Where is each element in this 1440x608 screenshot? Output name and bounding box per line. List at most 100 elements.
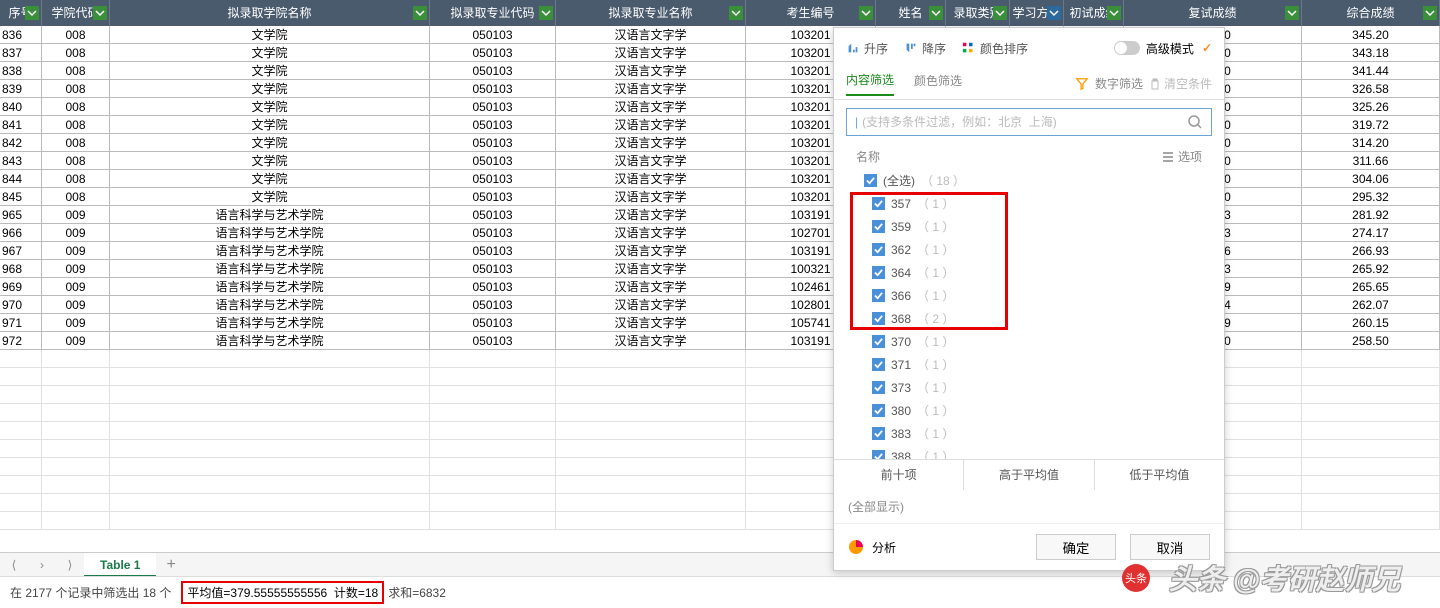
check-icon: ✓: [1202, 41, 1212, 55]
checkbox-icon[interactable]: [872, 358, 885, 371]
column-header[interactable]: 考生编号: [746, 0, 876, 26]
nav-first-button[interactable]: ⟨: [0, 554, 28, 576]
clear-conditions-link[interactable]: 清空条件: [1149, 75, 1212, 92]
column-header[interactable]: 初试成绩: [1064, 0, 1124, 26]
checkbox-icon[interactable]: [872, 404, 885, 417]
sort-desc-button[interactable]: 降序: [904, 40, 946, 57]
table-cell: 汉语言文字学: [556, 206, 746, 223]
filter-dropdown-icon[interactable]: [93, 6, 107, 20]
table-cell: 972: [0, 332, 42, 349]
filter-item-count: （ 1 ）: [917, 264, 954, 281]
table-cell: 汉语言文字学: [556, 80, 746, 97]
checkbox-icon[interactable]: [864, 174, 877, 187]
column-header[interactable]: 拟录取专业名称: [556, 0, 746, 26]
filter-dropdown-icon[interactable]: [1107, 6, 1121, 20]
table-cell: 文学院: [110, 134, 430, 151]
column-header[interactable]: 姓名: [876, 0, 946, 26]
filter-item-label: 371: [891, 358, 911, 372]
table-cell: 969: [0, 278, 42, 295]
add-sheet-button[interactable]: +: [156, 556, 185, 574]
table-cell: 语言科学与艺术学院: [110, 332, 430, 349]
filter-item[interactable]: 359（ 1 ）: [846, 215, 1212, 238]
filter-item[interactable]: (全选)（ 18 ）: [846, 169, 1212, 192]
column-header[interactable]: 拟录取学院名称: [110, 0, 430, 26]
checkbox-icon[interactable]: [872, 335, 885, 348]
table-cell: 319.72: [1302, 116, 1440, 133]
filter-item-label: 366: [891, 289, 911, 303]
above-avg-button[interactable]: 高于平均值: [964, 460, 1094, 490]
sheet-tab[interactable]: Table 1: [84, 553, 156, 577]
checkbox-icon[interactable]: [872, 312, 885, 325]
color-sort-button[interactable]: 颜色排序: [962, 40, 1028, 57]
table-cell: 838: [0, 62, 42, 79]
filter-item[interactable]: 373（ 1 ）: [846, 376, 1212, 399]
show-all-link[interactable]: (全部显示): [834, 490, 1224, 523]
filter-item-count: （ 1 ）: [917, 402, 954, 419]
column-header[interactable]: 录取类别: [946, 0, 1010, 26]
table-cell: 汉语言文字学: [556, 314, 746, 331]
column-header[interactable]: 综合成绩: [1302, 0, 1440, 26]
tab-color-filter[interactable]: 颜色筛选: [914, 72, 962, 95]
table-cell: 965: [0, 206, 42, 223]
filter-dropdown-icon[interactable]: [413, 6, 427, 20]
checkbox-icon[interactable]: [872, 450, 885, 459]
filter-item[interactable]: 364（ 1 ）: [846, 261, 1212, 284]
filter-dropdown-icon[interactable]: [929, 6, 943, 20]
table-cell: 050103: [430, 26, 556, 43]
options-link[interactable]: 选项: [1162, 148, 1202, 165]
top10-button[interactable]: 前十项: [834, 460, 964, 490]
filter-item[interactable]: 370（ 1 ）: [846, 330, 1212, 353]
filter-item[interactable]: 357（ 1 ）: [846, 192, 1212, 215]
checkbox-icon[interactable]: [872, 289, 885, 302]
table-cell: 050103: [430, 242, 556, 259]
nav-prev-button[interactable]: ›: [28, 554, 56, 576]
filter-item[interactable]: 371（ 1 ）: [846, 353, 1212, 376]
cancel-button[interactable]: 取消: [1130, 534, 1210, 560]
checkbox-icon[interactable]: [872, 381, 885, 394]
ok-button[interactable]: 确定: [1036, 534, 1116, 560]
tab-content-filter[interactable]: 内容筛选: [846, 71, 894, 96]
checkbox-icon[interactable]: [872, 266, 885, 279]
filter-item[interactable]: 368（ 2 ）: [846, 307, 1212, 330]
column-header[interactable]: 学习方式: [1010, 0, 1064, 26]
filter-dropdown-icon[interactable]: [1423, 6, 1437, 20]
column-header[interactable]: 学院代码: [42, 0, 110, 26]
nav-last-button[interactable]: ⟩: [56, 554, 84, 576]
filter-dropdown-icon[interactable]: [993, 6, 1007, 20]
tab-number-filter[interactable]: 数字筛选: [1095, 75, 1143, 92]
filter-item[interactable]: 366（ 1 ）: [846, 284, 1212, 307]
filter-item-label: 357: [891, 197, 911, 211]
table-cell: 050103: [430, 224, 556, 241]
table-cell: 语言科学与艺术学院: [110, 278, 430, 295]
checkbox-icon[interactable]: [872, 427, 885, 440]
table-cell: 050103: [430, 62, 556, 79]
filter-item-label: 362: [891, 243, 911, 257]
analyze-link[interactable]: 分析: [872, 539, 896, 556]
checkbox-icon[interactable]: [872, 243, 885, 256]
checkbox-icon[interactable]: [872, 197, 885, 210]
filter-dropdown-icon[interactable]: [1285, 6, 1299, 20]
filter-dropdown-icon[interactable]: [729, 6, 743, 20]
table-cell: 009: [42, 242, 110, 259]
filter-item[interactable]: 383（ 1 ）: [846, 422, 1212, 445]
column-header[interactable]: 序号: [0, 0, 42, 26]
filter-item[interactable]: 388（ 1 ）: [846, 445, 1212, 459]
filter-search-input[interactable]: [862, 115, 1187, 129]
sort-asc-button[interactable]: 升序: [846, 40, 888, 57]
below-avg-button[interactable]: 低于平均值: [1095, 460, 1224, 490]
filter-dropdown-icon[interactable]: [25, 6, 39, 20]
table-cell: 文学院: [110, 80, 430, 97]
filter-dropdown-icon[interactable]: [1047, 6, 1061, 20]
table-cell: 050103: [430, 152, 556, 169]
advanced-mode-toggle[interactable]: [1114, 41, 1140, 55]
filter-dropdown-icon[interactable]: [539, 6, 553, 20]
checkbox-icon[interactable]: [872, 220, 885, 233]
filter-dropdown-icon[interactable]: [859, 6, 873, 20]
sum-text: 求和=6832: [388, 584, 446, 601]
filter-item[interactable]: 362（ 1 ）: [846, 238, 1212, 261]
filter-item-count: （ 1 ）: [917, 333, 954, 350]
filter-item[interactable]: 380（ 1 ）: [846, 399, 1212, 422]
column-header[interactable]: 复试成绩: [1124, 0, 1302, 26]
column-header[interactable]: 拟录取专业代码: [430, 0, 556, 26]
filter-search-box[interactable]: |: [846, 108, 1212, 136]
